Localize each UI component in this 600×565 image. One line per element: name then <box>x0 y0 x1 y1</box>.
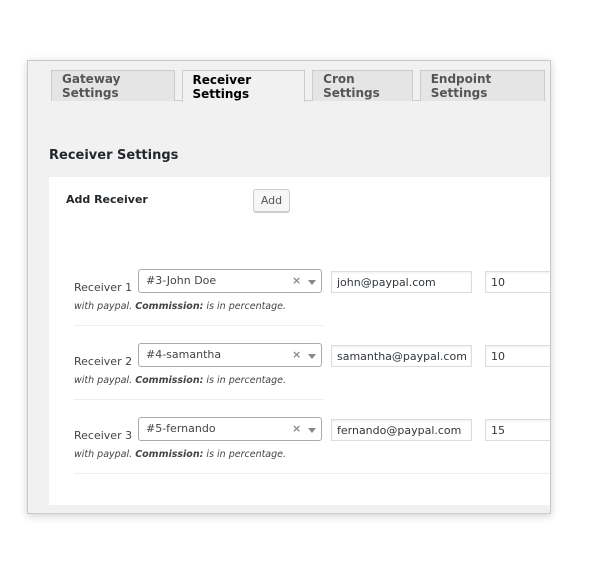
receiver-commission-field[interactable] <box>485 271 550 293</box>
receiver-label: Receiver 2 <box>74 355 133 368</box>
receiver-label: Receiver 3 <box>74 429 133 442</box>
tab-receiver-settings[interactable]: Receiver Settings <box>181 70 306 102</box>
receiver-panel: Add Receiver Add Receiver 1 #3-John Doe … <box>49 177 550 505</box>
tab-cron-settings[interactable]: Cron Settings <box>312 70 413 101</box>
clear-icon[interactable]: × <box>292 348 301 361</box>
help-text-prefix: with paypal. <box>74 375 136 386</box>
add-receiver-button[interactable]: Add <box>253 189 290 212</box>
commission-label: Commission: <box>135 449 204 460</box>
receiver-commission-field[interactable] <box>485 419 550 441</box>
help-text: with paypal. Commission: is in percentag… <box>74 449 286 460</box>
receiver-commission-field[interactable] <box>485 345 550 367</box>
select-value: #5-fernando <box>146 422 216 435</box>
receiver-user-select[interactable]: #4-samantha × <box>138 343 322 367</box>
help-text: with paypal. Commission: is in percentag… <box>74 301 286 312</box>
settings-window: Gateway Settings Receiver Settings Cron … <box>27 60 551 514</box>
help-text-prefix: with paypal. <box>74 449 136 460</box>
select-value: #4-samantha <box>146 348 222 361</box>
help-text-suffix: is in percentage. <box>203 375 287 386</box>
help-text: with paypal. Commission: is in percentag… <box>74 375 286 386</box>
receiver-row-1: Receiver 1 #3-John Doe × with paypal. Co… <box>49 265 550 331</box>
receiver-email-field[interactable] <box>331 345 472 367</box>
receiver-label: Receiver 1 <box>74 281 133 294</box>
clear-icon[interactable]: × <box>292 422 301 435</box>
chevron-down-icon[interactable] <box>308 428 316 433</box>
receiver-email-field[interactable] <box>331 419 472 441</box>
add-receiver-label: Add Receiver <box>66 193 148 206</box>
receiver-email-field[interactable] <box>331 271 472 293</box>
clear-icon[interactable]: × <box>292 274 301 287</box>
help-text-suffix: is in percentage. <box>203 449 287 460</box>
row-divider <box>74 399 324 400</box>
help-text-suffix: is in percentage. <box>203 301 287 312</box>
receiver-user-select[interactable]: #5-fernando × <box>138 417 322 441</box>
commission-label: Commission: <box>135 301 204 312</box>
help-text-prefix: with paypal. <box>74 301 136 312</box>
section-title: Receiver Settings <box>49 148 179 163</box>
chevron-down-icon[interactable] <box>308 354 316 359</box>
commission-label: Commission: <box>135 375 204 386</box>
receiver-user-select[interactable]: #3-John Doe × <box>138 269 322 293</box>
chevron-down-icon[interactable] <box>308 280 316 285</box>
row-divider <box>74 325 324 326</box>
tab-gateway-settings[interactable]: Gateway Settings <box>51 70 175 101</box>
settings-tabs: Gateway Settings Receiver Settings Cron … <box>51 70 546 102</box>
receiver-row-2: Receiver 2 #4-samantha × with paypal. Co… <box>49 339 550 405</box>
row-divider <box>74 473 550 474</box>
select-value: #3-John Doe <box>146 274 217 287</box>
tab-endpoint-settings[interactable]: Endpoint Settings <box>419 70 546 101</box>
receiver-row-3: Receiver 3 #5-fernando × with paypal. Co… <box>49 413 550 479</box>
